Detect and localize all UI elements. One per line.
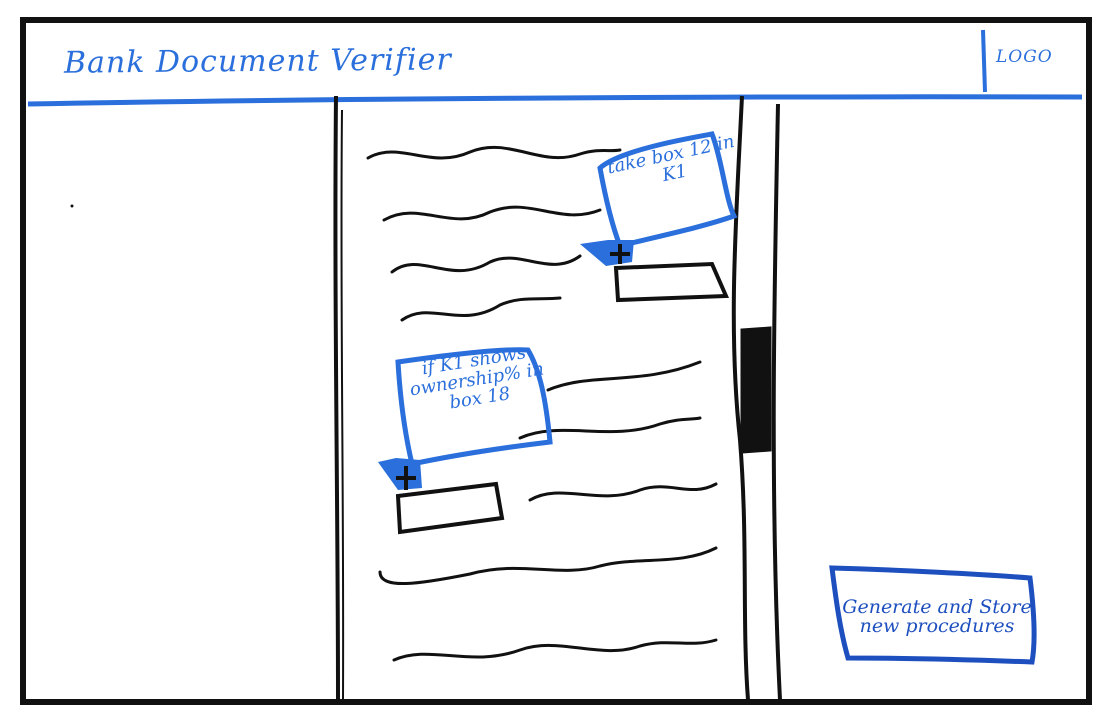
- document-line: [392, 638, 718, 662]
- header-divider: [27, 94, 1083, 107]
- document-line: [366, 146, 622, 160]
- scrollbar-thumb[interactable]: [740, 326, 772, 454]
- document-line: [382, 205, 602, 222]
- document-line: [546, 360, 702, 392]
- stray-mark: [70, 204, 74, 208]
- document-pane-left-edge: [333, 95, 340, 701]
- generate-and-store-button[interactable]: Generate and Store new procedures: [842, 578, 1032, 656]
- app-title: Bank Document Verifier: [63, 42, 452, 81]
- document-field-input[interactable]: [398, 486, 502, 532]
- document-line: [390, 254, 582, 274]
- scrollbar-track: [771, 103, 782, 701]
- logo-divider: [981, 29, 987, 93]
- add-annotation-button[interactable]: [606, 240, 632, 266]
- document-line: [400, 296, 562, 322]
- document-field-input[interactable]: [616, 266, 724, 300]
- add-annotation-button[interactable]: [393, 464, 419, 490]
- document-line: [528, 482, 718, 502]
- document-line: [378, 546, 718, 586]
- logo: LOGO: [996, 47, 1053, 67]
